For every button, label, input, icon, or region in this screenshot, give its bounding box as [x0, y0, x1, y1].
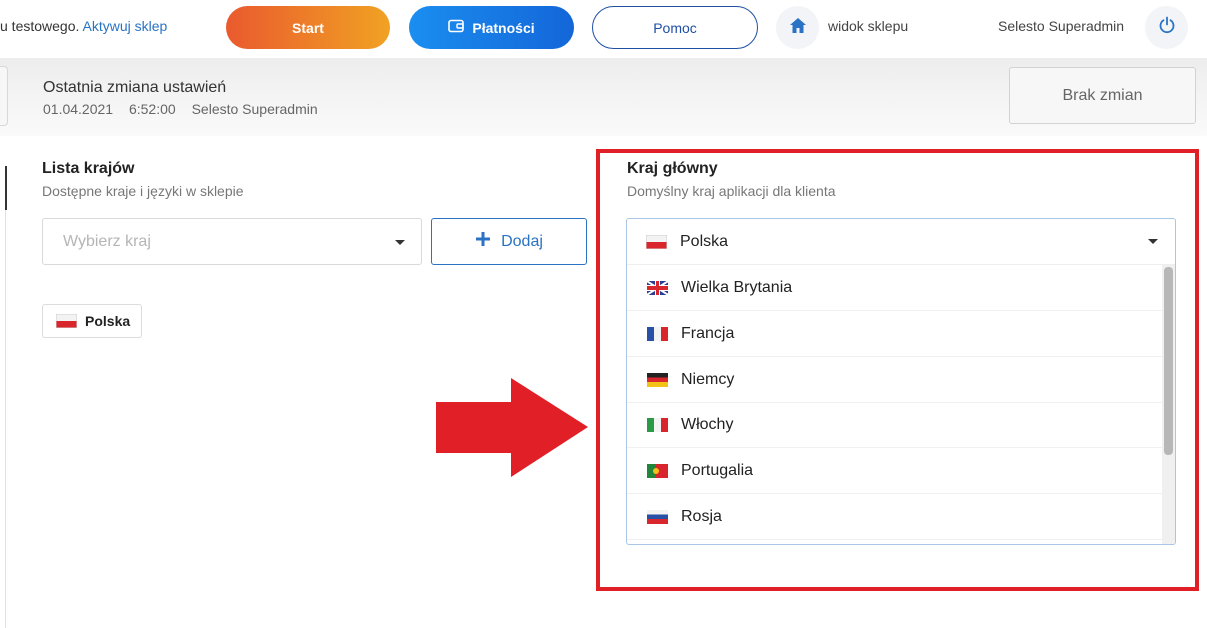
help-button-label: Pomoc — [653, 19, 697, 36]
start-button[interactable]: Start — [226, 6, 390, 49]
poland-flag-icon — [56, 314, 77, 328]
country-select[interactable]: Wybierz kraj — [42, 218, 422, 265]
last-change-time: 6:52:00 — [128, 101, 176, 117]
home-button[interactable] — [776, 6, 819, 49]
payments-button-label: Płatności — [472, 19, 535, 36]
logout-button[interactable] — [1145, 6, 1188, 49]
add-country-label: Dodaj — [501, 232, 543, 250]
last-change-title: Ostatnia zmiana ustawień — [43, 79, 227, 96]
trial-notice-text: u testowego. — [0, 18, 80, 34]
last-change-date: 01.04.2021 — [43, 101, 114, 117]
highlight-frame — [596, 149, 1199, 591]
chevron-down-icon — [395, 240, 405, 245]
power-icon — [1158, 16, 1176, 39]
no-changes-button[interactable]: Brak zmian — [1009, 67, 1196, 124]
left-panel-edge — [0, 66, 8, 126]
arrow-right-icon — [436, 378, 588, 477]
plus-icon — [475, 231, 491, 252]
add-country-button[interactable]: Dodaj — [431, 218, 587, 265]
start-button-label: Start — [292, 19, 324, 36]
country-list-subtitle: Dostępne kraje i języki w sklepie — [42, 183, 244, 199]
country-select-placeholder: Wybierz kraj — [63, 233, 151, 250]
user-name: Selesto Superadmin — [998, 18, 1125, 34]
help-button[interactable]: Pomoc — [592, 6, 758, 49]
activate-store-link[interactable]: Aktywuj sklep — [83, 18, 168, 34]
country-chip-label: Polska — [85, 313, 131, 329]
left-divider — [5, 210, 6, 628]
home-icon — [789, 17, 807, 39]
last-change-author: Selesto Superadmin — [191, 101, 318, 117]
country-chip-polska[interactable]: Polska — [42, 304, 142, 338]
wallet-icon — [448, 19, 465, 36]
payments-button[interactable]: Płatności — [409, 6, 574, 49]
store-view-link[interactable]: widok sklepu — [828, 18, 908, 34]
last-change-meta: 01.04.2021 6:52:00 Selesto Superadmin — [43, 101, 330, 117]
country-list-title: Lista krajów — [42, 160, 135, 177]
left-nav-indicator — [5, 166, 7, 210]
top-bar: u testowego. Aktywuj sklep Start Płatnoś… — [0, 0, 1207, 56]
trial-notice: u testowego. Aktywuj sklep — [0, 18, 167, 34]
no-changes-label: Brak zmian — [1062, 86, 1143, 104]
